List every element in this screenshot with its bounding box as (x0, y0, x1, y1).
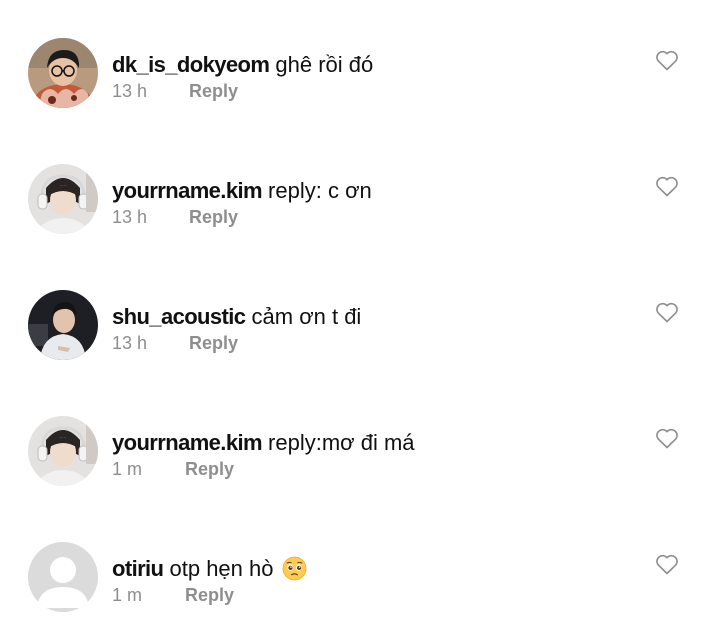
avatar[interactable] (28, 164, 98, 234)
profile-photo-icon (28, 416, 98, 486)
heart-outline-icon (656, 176, 678, 197)
comment-text: cảm ơn t đi (245, 304, 362, 329)
reply-button[interactable]: Reply (189, 205, 238, 229)
username[interactable]: yourrname.kim (112, 430, 263, 455)
timestamp: 13 h (112, 207, 148, 227)
comment-text: ghê rồi đó (269, 52, 374, 77)
like-button[interactable] (654, 552, 680, 576)
reply-button[interactable]: Reply (189, 331, 238, 355)
reply-button[interactable]: Reply (185, 457, 234, 481)
comment-meta: 13 h Reply (112, 331, 238, 355)
like-button[interactable] (654, 426, 680, 450)
timestamp: 1 m (112, 585, 143, 605)
comment-line: dk_is_dokyeom ghê rồi đó (112, 50, 373, 80)
profile-photo-icon (28, 290, 98, 360)
like-button[interactable] (654, 174, 680, 198)
heart-outline-icon (656, 50, 678, 71)
comment-item: yourrname.kim reply: c ơn 13 h Reply (0, 126, 720, 252)
comment-line: otiriu otp hẹn hò (112, 554, 307, 584)
avatar[interactable] (28, 38, 98, 108)
avatar[interactable] (28, 290, 98, 360)
reply-button[interactable]: Reply (189, 79, 238, 103)
comment-line: yourrname.kim reply:mơ đi má (112, 428, 415, 458)
username[interactable]: dk_is_dokyeom (112, 52, 270, 77)
username[interactable]: shu_acoustic (112, 304, 246, 329)
comment-item: shu_acoustic cảm ơn t đi 13 h Reply (0, 252, 720, 378)
comment-line: yourrname.kim reply: c ơn (112, 176, 372, 206)
like-button[interactable] (654, 300, 680, 324)
comment-meta: 13 h Reply (112, 205, 238, 229)
comment-meta: 13 h Reply (112, 79, 238, 103)
like-button[interactable] (654, 48, 680, 72)
pleading-face-emoji-icon (282, 556, 307, 581)
comment-line: shu_acoustic cảm ơn t đi (112, 302, 361, 332)
comment-item: otiriu otp hẹn hò 1 m Reply (0, 504, 720, 630)
heart-outline-icon (656, 428, 678, 449)
avatar[interactable] (28, 542, 98, 612)
comment-meta: 1 m Reply (112, 457, 234, 481)
comment-item: yourrname.kim reply:mơ đi má 1 m Reply (0, 378, 720, 504)
username[interactable]: otiriu (112, 556, 164, 581)
comment-item: dk_is_dokyeom ghê rồi đó 13 h Reply (0, 0, 720, 126)
reply-button[interactable]: Reply (185, 583, 234, 607)
comment-text: otp hẹn hò (163, 556, 280, 581)
heart-outline-icon (656, 554, 678, 575)
username[interactable]: yourrname.kim (112, 178, 263, 203)
timestamp: 13 h (112, 333, 148, 353)
timestamp: 1 m (112, 459, 143, 479)
avatar[interactable] (28, 416, 98, 486)
default-avatar-icon (28, 542, 98, 612)
comment-text: reply: c ơn (261, 178, 372, 203)
profile-photo-icon (28, 38, 98, 108)
comment-text: reply:mơ đi má (261, 430, 415, 455)
profile-photo-icon (28, 164, 98, 234)
heart-outline-icon (656, 302, 678, 323)
comment-meta: 1 m Reply (112, 583, 234, 607)
timestamp: 13 h (112, 81, 148, 101)
comment-list: dk_is_dokyeom ghê rồi đó 13 h Reply your… (0, 0, 720, 630)
